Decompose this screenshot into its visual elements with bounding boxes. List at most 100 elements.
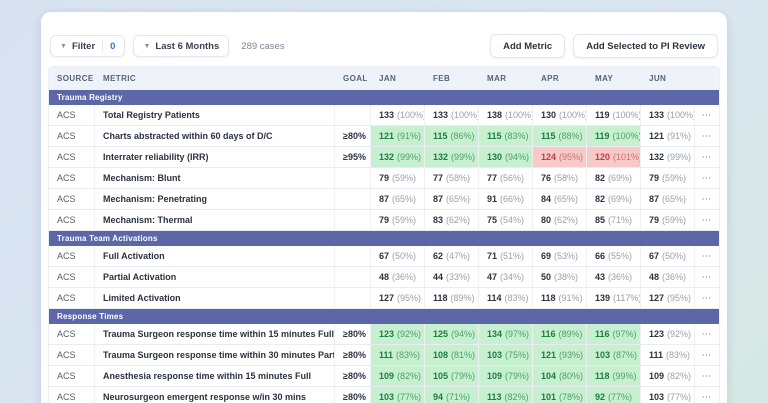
metric-count: 87	[433, 194, 443, 204]
metric-count: 69	[541, 251, 551, 261]
month-value-cell: 127(95%)	[641, 288, 695, 308]
add-selected-pi-review-button[interactable]: Add Selected to PI Review	[573, 34, 718, 58]
metric-count: 134	[487, 329, 502, 339]
row-actions-button[interactable]: ⋯	[695, 147, 719, 167]
month-value-cell: 79(59%)	[371, 168, 425, 188]
metric-percent: (100%)	[505, 110, 533, 120]
row-actions-button[interactable]: ⋯	[695, 387, 719, 403]
column-header-source: Source	[49, 67, 95, 90]
row-actions-button[interactable]: ⋯	[695, 324, 719, 344]
source-cell: ACS	[49, 345, 95, 365]
table-row[interactable]: ACSCharts abstracted within 60 days of D…	[49, 126, 719, 147]
metric-count: 123	[649, 329, 664, 339]
table-row[interactable]: ACSPartial Activation48(36%)44(33%)47(34…	[49, 267, 719, 288]
metric-percent: (99%)	[397, 152, 421, 162]
table-row[interactable]: ACSMechanism: Thermal79(59%)83(62%)75(54…	[49, 210, 719, 231]
row-actions-button[interactable]: ⋯	[695, 168, 719, 188]
row-actions-button[interactable]: ⋯	[695, 345, 719, 365]
metric-percent: (100%)	[451, 110, 479, 120]
metric-percent: (78%)	[559, 392, 583, 402]
goal-cell: ≥80%	[335, 324, 371, 344]
row-actions-button[interactable]: ⋯	[695, 189, 719, 209]
metric-name: Anesthesia response time within 15 minut…	[103, 371, 311, 381]
row-actions-button[interactable]: ⋯	[695, 366, 719, 386]
month-value-cell: 69(53%)	[533, 246, 587, 266]
metric-count: 115	[487, 131, 502, 141]
filter-button[interactable]: ▼ Filter 0	[50, 35, 125, 57]
metric-count: 111	[379, 350, 393, 360]
row-actions-button[interactable]: ⋯	[695, 105, 719, 125]
metric-percent: (100%)	[613, 110, 641, 120]
table-row[interactable]: ACSTotal Registry Patients133(100%)133(1…	[49, 105, 719, 126]
table-row[interactable]: ACSFull Activation67(50%)62(47%)71(51%)6…	[49, 246, 719, 267]
metric-count: 76	[541, 173, 551, 183]
metric-count: 48	[379, 272, 389, 282]
metric-count: 132	[433, 152, 448, 162]
month-value-cell: 115(83%)	[479, 126, 533, 146]
metric-percent: (97%)	[613, 329, 637, 339]
metric-count: 94	[433, 392, 443, 402]
table-row[interactable]: ACSTrauma Surgeon response time within 1…	[49, 324, 719, 345]
metric-percent: (92%)	[667, 329, 691, 339]
month-value-cell: 132(99%)	[425, 147, 479, 167]
column-header-goal: Goal	[335, 67, 371, 90]
metric-percent: (36%)	[662, 272, 686, 282]
table-row[interactable]: ACSNeurosurgeon emergent response w/in 3…	[49, 387, 719, 403]
metric-count: 119	[595, 110, 610, 120]
metric-name-cell: Mechanism: Penetrating	[95, 189, 335, 209]
metric-percent: (51%)	[500, 251, 524, 261]
month-value-cell: 121(91%)	[641, 126, 695, 146]
metric-percent: (65%)	[554, 194, 578, 204]
metric-name: Trauma Surgeon response time within 30 m…	[103, 350, 335, 360]
table-row[interactable]: ACSMechanism: Penetrating87(65%)87(65%)9…	[49, 189, 719, 210]
metric-count: 103	[649, 392, 664, 402]
metric-percent: (91%)	[559, 293, 583, 303]
metric-percent: (100%)	[613, 131, 641, 141]
metric-percent: (99%)	[613, 371, 637, 381]
metric-percent: (75%)	[505, 350, 529, 360]
period-select[interactable]: ▼ Last 6 Months	[133, 35, 229, 57]
metric-name: Charts abstracted within 60 days of D/C	[103, 131, 273, 141]
chip-divider	[102, 40, 103, 52]
row-actions-button[interactable]: ⋯	[695, 246, 719, 266]
month-value-cell: 87(65%)	[641, 189, 695, 209]
table-row[interactable]: ACSInterrater reliability (IRR)≥95%132(9…	[49, 147, 719, 168]
month-value-cell: 115(86%)	[425, 126, 479, 146]
row-actions-button[interactable]: ⋯	[695, 288, 719, 308]
month-value-cell: 121(91%)	[371, 126, 425, 146]
metric-percent: (69%)	[608, 194, 632, 204]
row-actions-button[interactable]: ⋯	[695, 126, 719, 146]
table-row[interactable]: ACSAnesthesia response time within 15 mi…	[49, 366, 719, 387]
row-actions-button[interactable]: ⋯	[695, 267, 719, 287]
source-cell: ACS	[49, 387, 95, 403]
metric-name-cell: Mechanism: Thermal	[95, 210, 335, 230]
month-value-cell: 118(89%)	[425, 288, 479, 308]
table-row[interactable]: ACSLimited Activation127(95%)118(89%)114…	[49, 288, 719, 309]
metric-count: 79	[379, 215, 389, 225]
metric-percent: (89%)	[451, 293, 475, 303]
metric-count: 130	[541, 110, 556, 120]
metric-percent: (53%)	[554, 251, 578, 261]
metric-percent: (94%)	[505, 152, 529, 162]
row-actions-button[interactable]: ⋯	[695, 210, 719, 230]
metric-percent: (82%)	[397, 371, 421, 381]
metric-percent: (83%)	[666, 350, 690, 360]
metric-count: 132	[379, 152, 394, 162]
metric-count: 118	[541, 293, 556, 303]
metric-percent: (36%)	[608, 272, 632, 282]
table-row[interactable]: ACSMechanism: Blunt79(59%)77(58%)77(56%)…	[49, 168, 719, 189]
month-value-cell: 132(99%)	[641, 147, 695, 167]
metric-percent: (99%)	[451, 152, 475, 162]
metric-count: 123	[379, 329, 394, 339]
metric-percent: (47%)	[446, 251, 470, 261]
metric-count: 75	[487, 215, 497, 225]
add-metric-button[interactable]: Add Metric	[490, 34, 565, 58]
metric-count: 124	[541, 152, 556, 162]
metric-name: Total Registry Patients	[103, 110, 200, 120]
metric-percent: (59%)	[392, 215, 416, 225]
month-value-cell: 103(77%)	[371, 387, 425, 403]
month-value-cell: 80(62%)	[533, 210, 587, 230]
metric-count: 116	[541, 329, 556, 339]
month-value-cell: 103(87%)	[587, 345, 641, 365]
table-row[interactable]: ACS Trauma Surgeon response time within 3…	[49, 345, 719, 366]
